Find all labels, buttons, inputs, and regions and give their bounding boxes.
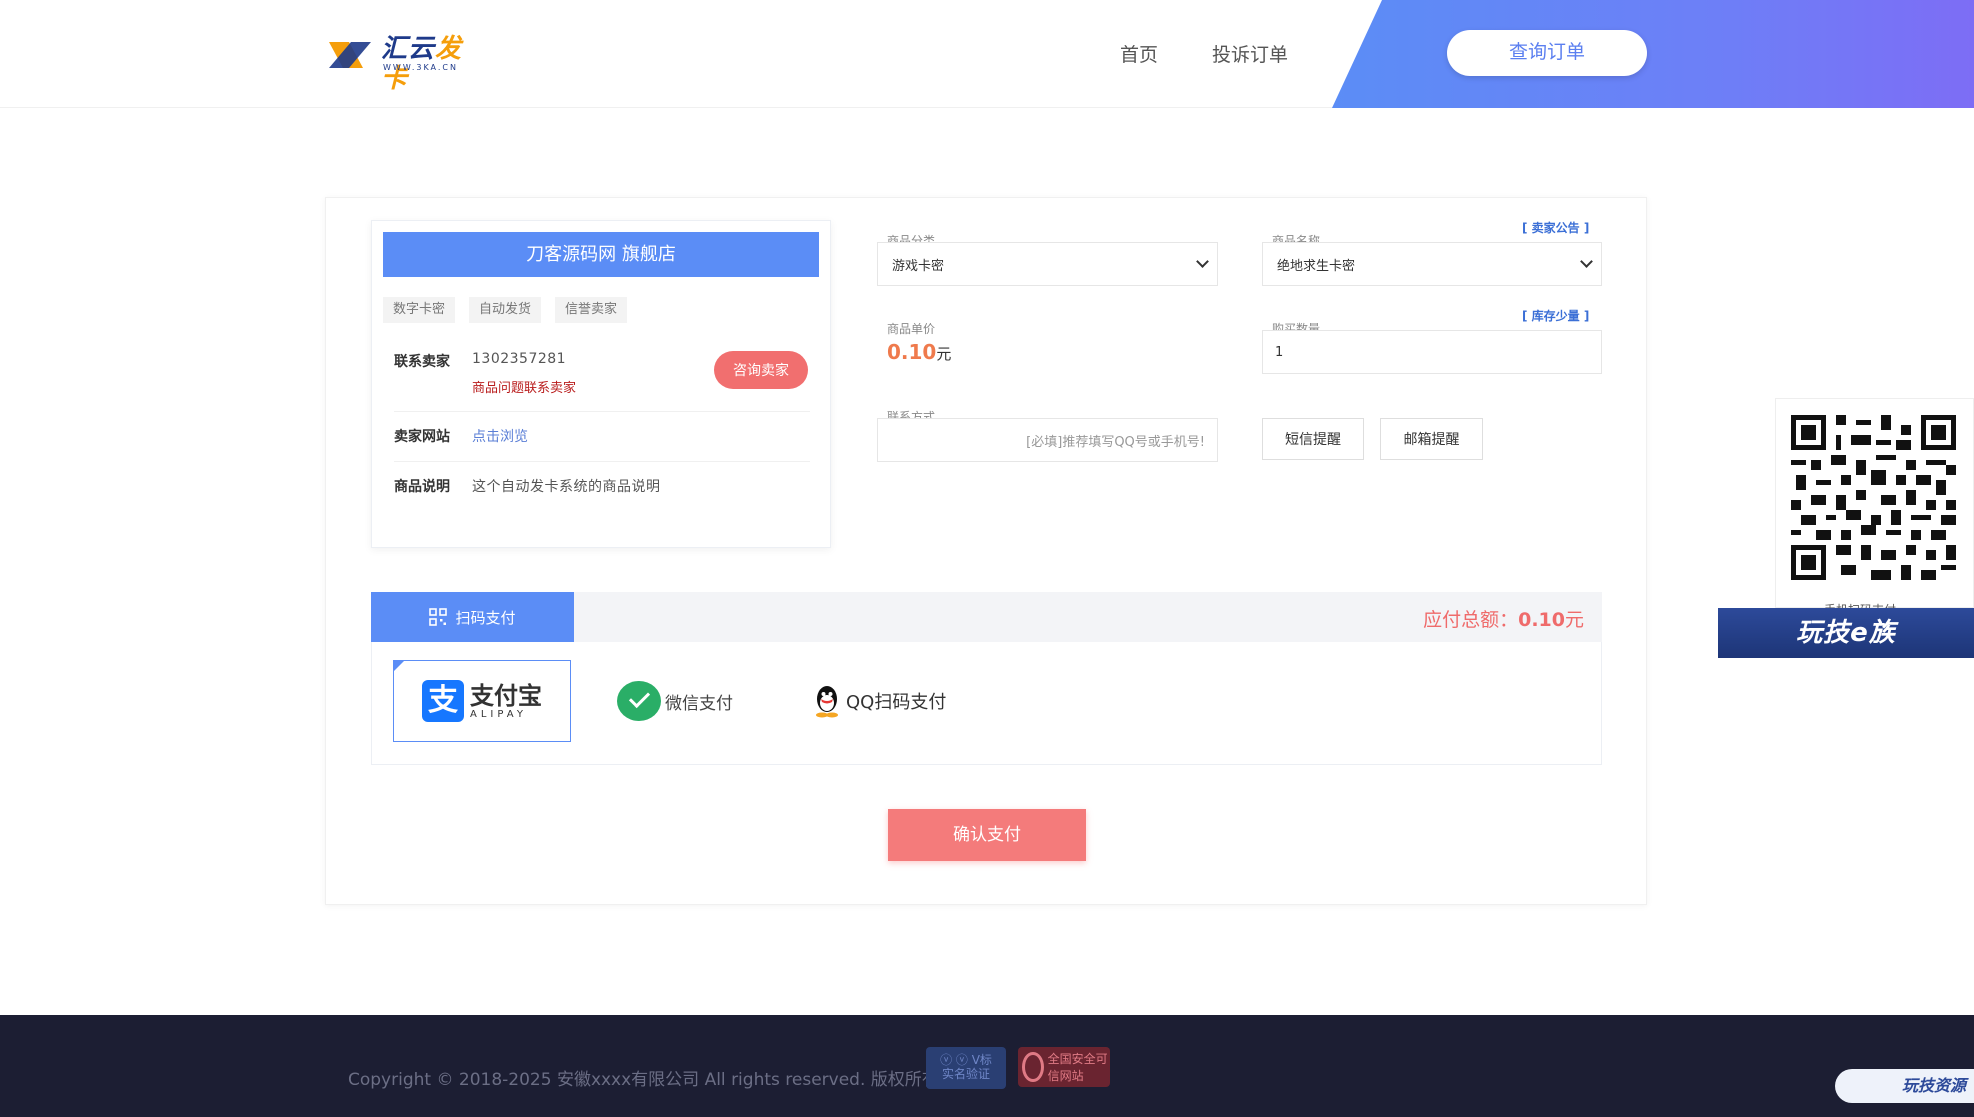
query-order-button[interactable]: 查询订单: [1447, 30, 1647, 76]
product-name-select[interactable]: 绝地求生卡密: [1262, 242, 1602, 286]
copyright-text: Copyright © 2018-2025 安徽xxxx有限公司 All rig…: [348, 1070, 939, 1090]
alipay-icon: 支: [422, 680, 464, 722]
seller-notice-link[interactable]: [ 卖家公告 ]: [1522, 219, 1589, 236]
payment-bar: 扫码支付 应付总额：0.10元: [371, 592, 1602, 642]
contact-seller-label: 联系卖家: [394, 354, 450, 370]
pay-option-wechat[interactable]: 微信支付: [617, 660, 757, 742]
nav-complain-order[interactable]: 投诉订单: [1212, 40, 1288, 67]
verify-badge[interactable]: ⓥ ⓥ V标 实名验证: [926, 1047, 1006, 1089]
header: 汇云发卡 WWW.3KA.CN 首页 投诉订单 查询订单: [0, 0, 1974, 108]
contact-method-input[interactable]: [必填]推荐填写QQ号或手机号!: [877, 418, 1218, 462]
email-reminder-button[interactable]: 邮箱提醒: [1380, 418, 1483, 460]
nav-home[interactable]: 首页: [1120, 40, 1158, 67]
seller-site-link[interactable]: 点击浏览: [472, 426, 528, 446]
seller-site-label: 卖家网站: [394, 429, 450, 445]
category-select[interactable]: 游戏卡密: [877, 242, 1218, 286]
sms-reminder-button[interactable]: 短信提醒: [1262, 418, 1364, 460]
contact-seller-value: 1302357281: [472, 351, 567, 367]
qq-label: QQ扫码支付: [846, 692, 947, 713]
footer-brand[interactable]: 玩技资源: [1835, 1069, 1974, 1103]
quantity-value: 1: [1275, 344, 1284, 360]
stock-status-link[interactable]: [ 库存少量 ]: [1522, 307, 1589, 324]
payment-methods: 支 支付宝 ALIPAY 微信支付 QQ扫码支付: [371, 642, 1602, 765]
chevron-down-icon: [1580, 255, 1593, 268]
shop-title: 刀客源码网 旗舰店: [383, 232, 819, 277]
floating-qr-panel: 手机扫码支付: [1775, 398, 1974, 609]
divider: [394, 411, 810, 412]
product-desc-label: 商品说明: [394, 479, 450, 495]
seller-tags: 数字卡密 自动发货 信誉卖家: [383, 297, 628, 323]
product-name-value: 绝地求生卡密: [1277, 258, 1356, 274]
product-desc-value: 这个自动发卡系统的商品说明: [472, 479, 661, 495]
tab-scan-pay[interactable]: 扫码支付: [371, 592, 574, 642]
alipay-label: 支付宝: [470, 681, 542, 710]
contact-hint: 商品问题联系卖家: [472, 381, 577, 396]
footer: Copyright © 2018-2025 安徽xxxx有限公司 All rig…: [0, 1015, 1974, 1117]
chevron-down-icon: [1196, 255, 1209, 268]
confirm-pay-button[interactable]: 确认支付: [888, 809, 1086, 861]
divider: [394, 461, 810, 462]
wechat-icon: [617, 681, 661, 721]
header-gradient: [1332, 0, 1974, 108]
seller-tag: 数字卡密: [383, 297, 456, 323]
seller-tag: 自动发货: [469, 297, 542, 323]
ask-seller-button[interactable]: 咨询卖家: [714, 351, 808, 389]
pay-option-alipay[interactable]: 支 支付宝 ALIPAY: [393, 660, 571, 742]
shield-badge-icon: [1022, 1052, 1044, 1082]
logo-subtitle: WWW.3KA.CN: [383, 63, 458, 72]
brand-banner[interactable]: 玩技e族: [1718, 608, 1974, 658]
contact-placeholder: [必填]推荐填写QQ号或手机号!: [1026, 434, 1205, 450]
seller-tag: 信誉卖家: [555, 297, 628, 323]
site-logo[interactable]: 汇云发卡 WWW.3KA.CN: [329, 34, 481, 94]
seller-panel: 刀客源码网 旗舰店 数字卡密 自动发货 信誉卖家 联系卖家 1302357281…: [371, 220, 831, 548]
wechat-label: 微信支付: [665, 693, 733, 714]
price-label: 商品单价: [887, 322, 936, 336]
quantity-input[interactable]: 1: [1262, 330, 1602, 374]
trusted-site-label: 全国安全可信网站: [1047, 1052, 1108, 1083]
total-amount: 应付总额：0.10元: [1423, 609, 1584, 631]
qr-grid-icon: [429, 608, 448, 626]
tab-scan-pay-label: 扫码支付: [455, 608, 516, 627]
category-value: 游戏卡密: [892, 258, 945, 274]
unit-price: 0.10元: [887, 340, 952, 364]
alipay-sub: ALIPAY: [470, 708, 527, 720]
qq-penguin-icon: [816, 686, 838, 718]
logo-mark-icon: [329, 42, 371, 68]
pay-option-qq[interactable]: QQ扫码支付: [814, 660, 974, 742]
trusted-site-badge[interactable]: 全国安全可信网站: [1018, 1047, 1110, 1087]
qr-code-icon: [1791, 415, 1956, 580]
